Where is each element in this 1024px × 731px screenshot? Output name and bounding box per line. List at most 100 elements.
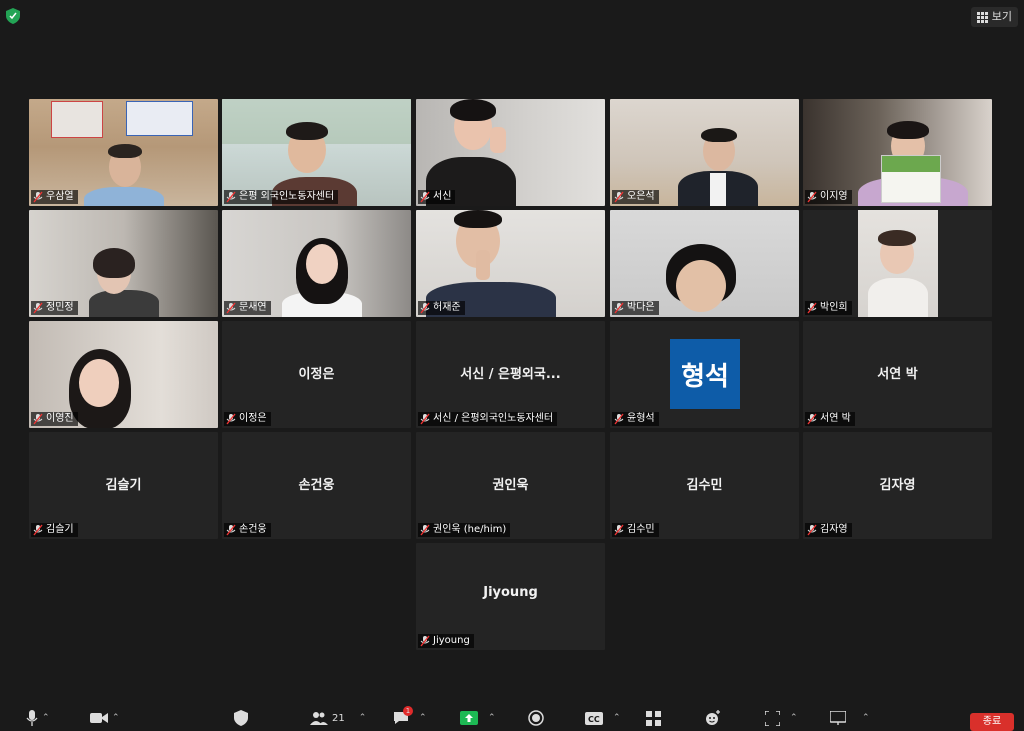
record-button[interactable]	[528, 708, 544, 728]
participants-button[interactable]: 21 ⌃	[310, 708, 366, 728]
microphone-icon	[26, 710, 38, 726]
participant-name: 이영진	[46, 413, 74, 424]
profile-avatar: 형석	[670, 339, 740, 409]
closed-captions-icon: CC	[585, 711, 603, 725]
participant-display-name: 김슬기	[105, 478, 142, 493]
video-tile-camera-off[interactable]: 이정은 이정은	[222, 321, 411, 428]
participant-name-bar: 이정은	[224, 412, 271, 426]
participant-name: 윤형석	[627, 413, 655, 424]
video-button[interactable]: ⌃	[90, 708, 120, 728]
participant-name-bar: 서신	[418, 190, 456, 204]
muted-mic-icon	[33, 191, 43, 203]
video-tile-camera-off[interactable]: 손건웅 손건웅	[222, 432, 411, 539]
participant-name: 허재준	[433, 302, 461, 313]
participant-name: 손건웅	[239, 524, 267, 535]
participant-name-bar: 김슬기	[31, 523, 78, 537]
video-tile-camera-off[interactable]: 서연 박 서연 박	[803, 321, 992, 428]
chevron-up-icon: ⌃	[358, 713, 367, 723]
muted-mic-icon	[226, 413, 236, 425]
participant-name-bar: 김자영	[805, 523, 852, 537]
participant-name-bar: 이영진	[31, 412, 78, 426]
whiteboard-icon	[830, 711, 846, 725]
video-tile[interactable]: 박인희	[803, 210, 992, 317]
chat-button[interactable]: 1 ⌃	[393, 706, 427, 728]
participant-display-name: 서연 박	[877, 367, 918, 382]
banner-sign	[51, 101, 103, 138]
video-tile[interactable]: 정민정	[29, 210, 218, 317]
participant-name: 서연 박	[820, 413, 851, 424]
participant-name-bar: 허재준	[418, 301, 465, 315]
mic-button[interactable]: ⌃	[26, 708, 50, 728]
participant-name-bar: 은평 외국인노동자센터	[224, 190, 339, 204]
focus-frame-icon	[765, 710, 780, 726]
chevron-up-icon: ⌃	[42, 713, 50, 723]
shield-icon	[234, 710, 248, 726]
participant-name: 서신 / 은평외국인노동자센터	[433, 413, 554, 424]
participant-name-bar: 오은석	[612, 190, 659, 204]
view-button[interactable]: 보기	[970, 7, 1018, 27]
video-tile-active-speaker[interactable]: 은평 외국인노동자센터	[222, 99, 411, 206]
video-tile[interactable]: 오은석	[610, 99, 799, 206]
video-tile[interactable]: 박다은	[610, 210, 799, 317]
share-screen-button[interactable]: ⌃	[460, 708, 496, 728]
video-camera-icon	[90, 713, 108, 723]
participant-name: 우삼열	[46, 191, 74, 202]
focus-button[interactable]: ⌃	[765, 708, 798, 728]
reactions-button[interactable]	[705, 708, 721, 728]
video-tile[interactable]: 이영진	[29, 321, 218, 428]
grid-view-icon	[976, 11, 988, 23]
participant-name: 권인욱 (he/him)	[433, 524, 507, 535]
chevron-up-icon: ⌃	[488, 713, 496, 723]
apps-button[interactable]	[646, 708, 661, 728]
participant-name-bar: 문새연	[224, 301, 271, 315]
participant-name: 서신	[433, 191, 452, 202]
video-tile[interactable]: 서신	[416, 99, 605, 206]
participant-name: 은평 외국인노동자센터	[239, 191, 335, 202]
view-label: 보기	[991, 10, 1012, 23]
participant-name-bar: 이지영	[805, 190, 852, 204]
share-screen-icon	[460, 711, 478, 725]
participant-display-name: 권인욱	[492, 478, 529, 493]
participant-name-bar: 김수민	[612, 523, 659, 537]
participant-name: 오은석	[627, 191, 655, 202]
muted-mic-icon	[226, 524, 236, 536]
captions-button[interactable]: CC ⌃	[585, 708, 621, 728]
participant-name-bar: 손건웅	[224, 523, 271, 537]
muted-mic-icon	[807, 413, 817, 425]
video-tile-camera-off[interactable]: 형석 윤형석	[610, 321, 799, 428]
video-tile[interactable]: 우삼열	[29, 99, 218, 206]
muted-mic-icon	[614, 302, 624, 314]
video-tile-camera-off[interactable]: Jiyoung Jiyoung	[416, 543, 605, 650]
whiteboard-button[interactable]: ⌃	[830, 708, 870, 728]
chevron-up-icon: ⌃	[790, 713, 798, 723]
muted-mic-icon	[226, 191, 236, 203]
video-tile[interactable]: 이지영	[803, 99, 992, 206]
video-tile[interactable]: 허재준	[416, 210, 605, 317]
chevron-up-icon: ⌃	[862, 713, 870, 723]
muted-mic-icon	[33, 524, 43, 536]
video-tile-camera-off[interactable]: 김자영 김자영	[803, 432, 992, 539]
video-tile-camera-off[interactable]: 김슬기 김슬기	[29, 432, 218, 539]
video-tile[interactable]: 문새연	[222, 210, 411, 317]
participant-name: 박다은	[627, 302, 655, 313]
video-tile-camera-off[interactable]: 김수민 김수민	[610, 432, 799, 539]
participant-display-name: 이정은	[298, 367, 335, 382]
participant-name-bar: Jiyoung	[418, 634, 474, 648]
video-tile-camera-off[interactable]: 서신 / 은평외국... 서신 / 은평외국인노동자센터	[416, 321, 605, 428]
participant-name-bar: 서연 박	[805, 412, 855, 426]
chevron-up-icon: ⌃	[613, 713, 621, 723]
participant-display-name: 서신 / 은평외국...	[460, 367, 561, 382]
meeting-toolbar: ⌃ ⌃ 21 ⌃ 1 ⌃ ⌃ CC ⌃ ⌃ ⌃ 종료	[0, 704, 1024, 731]
muted-mic-icon	[614, 191, 624, 203]
security-shield-icon[interactable]	[6, 8, 20, 24]
security-button[interactable]	[234, 708, 248, 728]
chevron-up-icon: ⌃	[112, 713, 120, 723]
shirt	[710, 173, 726, 206]
video-tile-camera-off[interactable]: 권인욱 권인욱 (he/him)	[416, 432, 605, 539]
apps-grid-icon	[646, 710, 661, 726]
end-meeting-button[interactable]: 종료	[970, 713, 1014, 731]
participant-display-name: 손건웅	[298, 478, 335, 493]
held-paper-sign	[881, 155, 941, 203]
participant-name: 이지영	[820, 191, 848, 202]
participant-name: 이정은	[239, 413, 267, 424]
